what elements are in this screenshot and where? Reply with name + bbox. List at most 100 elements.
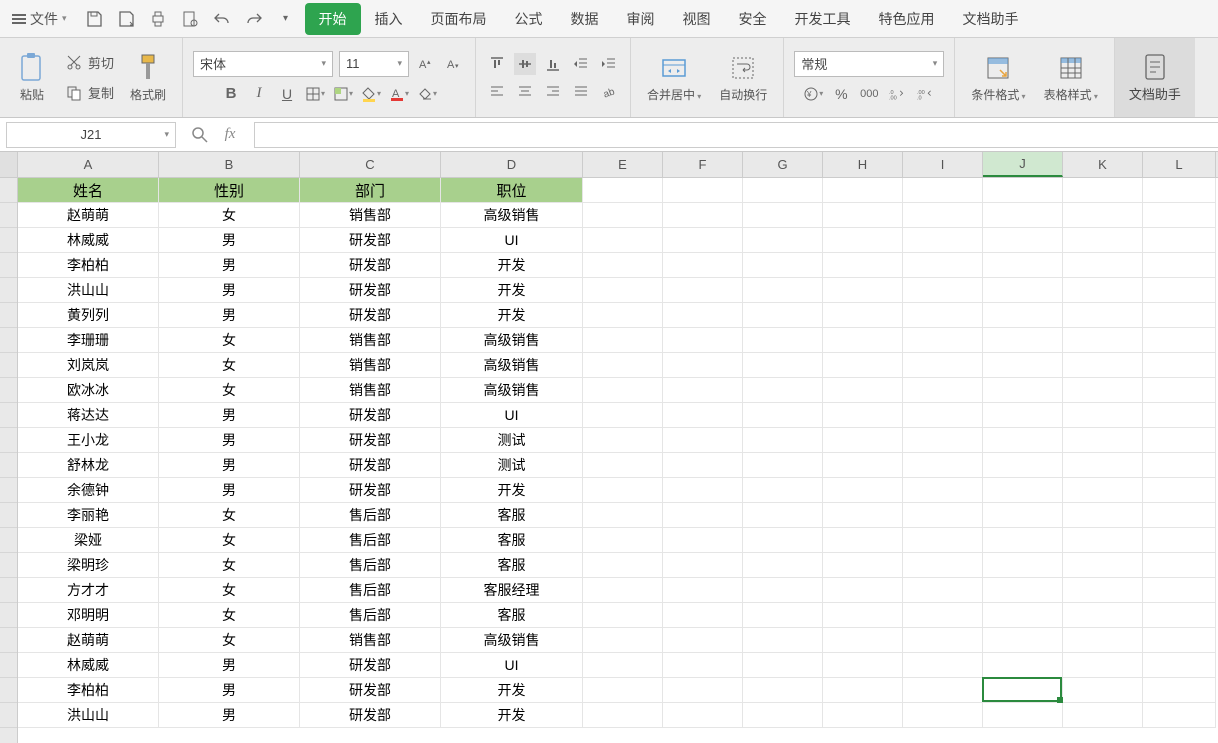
cell[interactable]: 售后部 [300, 503, 441, 528]
cell[interactable] [903, 478, 983, 503]
decrease-indent-icon[interactable] [570, 53, 592, 75]
cell[interactable] [983, 378, 1063, 403]
cell[interactable] [583, 228, 663, 253]
tab-特色应用[interactable]: 特色应用 [865, 3, 949, 35]
cell[interactable] [823, 628, 903, 653]
cell[interactable]: 研发部 [300, 403, 441, 428]
cell[interactable]: 销售部 [300, 328, 441, 353]
row-header[interactable] [0, 428, 17, 453]
cell[interactable]: 刘岚岚 [18, 353, 159, 378]
redo-icon[interactable] [245, 10, 263, 28]
cell[interactable]: 女 [159, 203, 300, 228]
cell[interactable]: 客服 [441, 503, 583, 528]
column-header-A[interactable]: A [18, 152, 159, 177]
cell[interactable] [903, 328, 983, 353]
cell[interactable]: 售后部 [300, 603, 441, 628]
column-header-D[interactable]: D [441, 152, 583, 177]
cell[interactable]: 女 [159, 578, 300, 603]
cell[interactable] [823, 553, 903, 578]
row-header[interactable] [0, 503, 17, 528]
cell[interactable] [1063, 403, 1143, 428]
cell[interactable]: 欧冰冰 [18, 378, 159, 403]
cell[interactable]: 开发 [441, 278, 583, 303]
cell[interactable] [1063, 428, 1143, 453]
cell[interactable] [1063, 653, 1143, 678]
cell[interactable] [903, 403, 983, 428]
cell[interactable] [583, 678, 663, 703]
underline-button[interactable]: U [276, 83, 298, 105]
row-header[interactable] [0, 603, 17, 628]
row-header[interactable] [0, 528, 17, 553]
cell[interactable] [1143, 378, 1216, 403]
zoom-icon[interactable] [190, 125, 210, 145]
cell[interactable] [663, 453, 743, 478]
cell[interactable]: 李柏柏 [18, 253, 159, 278]
cell[interactable] [823, 578, 903, 603]
cell[interactable] [743, 578, 823, 603]
row-header[interactable] [0, 378, 17, 403]
cell[interactable] [743, 703, 823, 728]
tab-公式[interactable]: 公式 [501, 3, 557, 35]
print-preview-icon[interactable] [181, 10, 199, 28]
cell[interactable]: 林威威 [18, 228, 159, 253]
cell[interactable] [1143, 228, 1216, 253]
cell[interactable] [903, 578, 983, 603]
row-header[interactable] [0, 178, 17, 203]
cell[interactable] [903, 653, 983, 678]
cell[interactable] [1063, 253, 1143, 278]
cell[interactable] [583, 328, 663, 353]
cell[interactable]: 男 [159, 278, 300, 303]
cell[interactable]: 测试 [441, 453, 583, 478]
cell[interactable] [583, 203, 663, 228]
cell[interactable] [903, 353, 983, 378]
cell[interactable] [983, 203, 1063, 228]
cell[interactable] [903, 553, 983, 578]
cell[interactable] [823, 228, 903, 253]
currency-button[interactable]: ¥▾ [802, 83, 824, 105]
cell[interactable] [583, 578, 663, 603]
cell[interactable] [983, 553, 1063, 578]
cell[interactable]: 女 [159, 603, 300, 628]
cell[interactable] [823, 353, 903, 378]
cell[interactable] [983, 328, 1063, 353]
cell[interactable]: 女 [159, 553, 300, 578]
cell[interactable] [903, 703, 983, 728]
cell[interactable] [743, 378, 823, 403]
cell[interactable] [1063, 553, 1143, 578]
cell[interactable] [1143, 503, 1216, 528]
cell[interactable]: 女 [159, 353, 300, 378]
doc-assist-button[interactable]: 文档助手 [1115, 38, 1195, 117]
decrease-decimal-button[interactable]: .00.0 [914, 83, 936, 105]
cell[interactable] [903, 503, 983, 528]
cell[interactable] [1143, 653, 1216, 678]
cell[interactable]: 赵萌萌 [18, 203, 159, 228]
cell[interactable]: 李珊珊 [18, 328, 159, 353]
cell[interactable] [903, 228, 983, 253]
cell[interactable] [903, 428, 983, 453]
tab-审阅[interactable]: 审阅 [613, 3, 669, 35]
cell[interactable] [823, 178, 903, 203]
fill-color-button[interactable]: ▾ [360, 83, 382, 105]
cell[interactable] [983, 603, 1063, 628]
cell[interactable] [983, 403, 1063, 428]
cell[interactable] [903, 278, 983, 303]
cell[interactable] [983, 628, 1063, 653]
cell[interactable]: 开发 [441, 303, 583, 328]
cell[interactable]: 蒋达达 [18, 403, 159, 428]
wrap-text-button[interactable]: 自动换行 [713, 48, 773, 107]
cell[interactable]: 开发 [441, 253, 583, 278]
cell[interactable]: 开发 [441, 478, 583, 503]
cell[interactable] [583, 503, 663, 528]
orientation-icon[interactable]: ab [598, 81, 620, 103]
cell[interactable]: 舒林龙 [18, 453, 159, 478]
tab-数据[interactable]: 数据 [557, 3, 613, 35]
cell[interactable] [1143, 628, 1216, 653]
row-header[interactable] [0, 228, 17, 253]
cell[interactable] [583, 653, 663, 678]
tab-开发工具[interactable]: 开发工具 [781, 3, 865, 35]
cell[interactable] [903, 378, 983, 403]
cell[interactable] [663, 653, 743, 678]
cell[interactable]: 女 [159, 503, 300, 528]
cell[interactable] [583, 278, 663, 303]
cell-style-button[interactable]: ▾ [332, 83, 354, 105]
